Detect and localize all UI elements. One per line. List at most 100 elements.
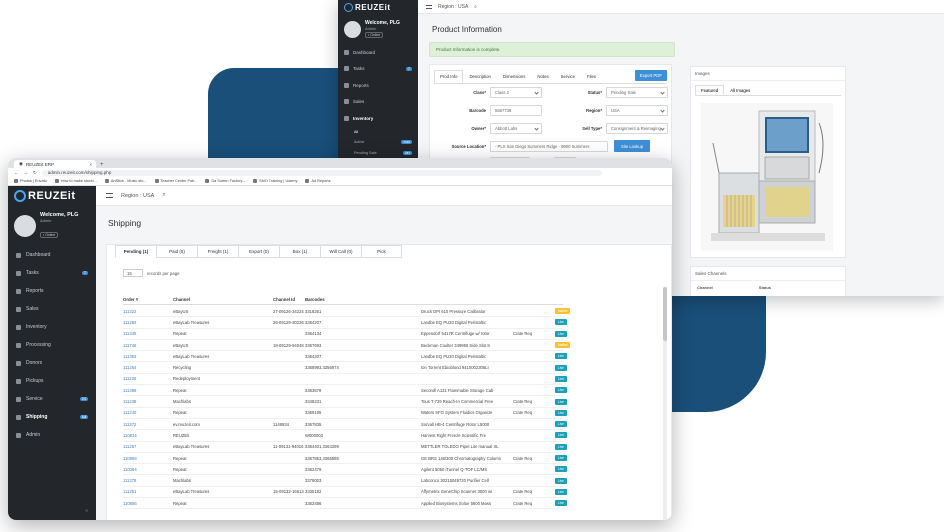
tab-dimensions[interactable]: Dimensions <box>497 70 531 83</box>
region-select[interactable]: USA <box>606 105 668 116</box>
bookmark-artstick-music-stu[interactable]: ArtStick - Music stu... <box>104 179 147 183</box>
order-link[interactable]: 110834 <box>123 430 169 440</box>
close-tab-icon[interactable]: × <box>89 162 92 167</box>
sidebar-item-inventory[interactable]: Inventory <box>338 110 418 127</box>
reload-icon[interactable]: ↻ <box>33 170 37 176</box>
table-row[interactable]: 111378 Machlabs 3378003 Labconco 3021504972… <box>123 476 567 487</box>
barcode-input[interactable]: 5567736 <box>490 105 542 116</box>
class-select[interactable]: Class 2 <box>490 87 542 98</box>
sidebar-item-tasks[interactable]: Tasks 7 <box>338 61 418 78</box>
order-link[interactable]: 111322 <box>123 306 169 316</box>
order-link[interactable]: 110394 <box>123 464 169 474</box>
region-selector[interactable]: Region : USA <box>438 4 468 10</box>
sidebar-item-all[interactable]: All <box>338 127 418 138</box>
order-link[interactable]: 111363 <box>123 351 169 361</box>
column-header[interactable] <box>555 295 575 304</box>
browser-tab[interactable]: ◉ REUZEit ERP × <box>14 160 96 168</box>
table-row[interactable]: 111398 Repeat 3363679 Secoroll A131 Flammab… <box>123 385 567 397</box>
source-input[interactable]: - PLX San Diego Summers Ridge - 9900 Sum… <box>490 141 608 152</box>
scrollbar-thumb[interactable] <box>663 287 667 341</box>
order-link[interactable]: 111345 <box>123 329 169 339</box>
forward-arrow-icon[interactable]: → <box>24 170 29 175</box>
order-link[interactable]: 111372 <box>123 419 169 429</box>
product-image[interactable] <box>701 103 833 251</box>
column-header[interactable] <box>513 295 549 304</box>
bookmark-how-to-make-stocki[interactable]: How to make stocki... <box>54 179 97 183</box>
owner-select[interactable]: Abbott Labs <box>490 123 542 134</box>
tab-freight-1[interactable]: Freight (1) <box>197 245 238 258</box>
sidebar-item-service[interactable]: Service 24 <box>8 390 96 408</box>
bookmark-photos-envato[interactable]: Photos | Envato <box>14 179 47 183</box>
tab-all-images[interactable]: All Images <box>724 85 756 95</box>
logo[interactable]: REUZEit <box>8 186 96 206</box>
sidebar-item-active[interactable]: Active 2346 <box>338 137 418 148</box>
order-link[interactable]: 111398 <box>123 385 169 395</box>
site-lookup-button[interactable]: Site Lookup <box>614 140 650 152</box>
table-row[interactable]: 111345 Repeat 3364134 Eppendorf 5417R Centr… <box>123 329 567 340</box>
url-field[interactable]: admin.reuzeit.com/shipping.php <box>41 169 602 176</box>
sidebar-item-reports[interactable]: Reports <box>8 282 96 300</box>
tab-pick[interactable]: Pick <box>361 245 402 258</box>
table-row[interactable]: 111226 Redeployment Live <box>123 374 567 386</box>
order-link[interactable]: 111254 <box>123 363 169 373</box>
back-arrow-icon[interactable]: ← <box>14 170 19 175</box>
sidebar-item-sales[interactable]: Sales <box>338 94 418 111</box>
per-page-select[interactable]: 15 <box>123 269 143 277</box>
tab-description[interactable]: Description <box>463 70 497 83</box>
tab-export-0[interactable]: Export (0) <box>238 245 279 258</box>
order-link[interactable]: 111283 <box>123 317 169 327</box>
sidebar-item-inventory[interactable]: Inventory <box>8 318 96 336</box>
tab-will-call-0[interactable]: Will Call (0) <box>320 245 361 258</box>
tab-pending-1[interactable]: Pending (1) <box>115 245 156 258</box>
table-row[interactable]: 111363 eBayLab Treasures 3364207 Landbe EQ … <box>123 351 567 363</box>
table-row[interactable]: 111254 Recycling 3368993,3356974 Ion Torren… <box>123 363 567 374</box>
new-tab-icon[interactable]: + <box>100 162 104 168</box>
order-link[interactable]: 111226 <box>123 374 169 384</box>
scrollbar[interactable] <box>663 287 667 520</box>
bookmark-ad-reports[interactable]: Ad Reports <box>305 179 330 183</box>
order-link[interactable]: 110868 <box>123 453 169 463</box>
tab-paid-5[interactable]: Paid (5) <box>156 245 197 258</box>
tab-prod-info[interactable]: Prod Info <box>434 70 464 83</box>
search-icon[interactable]: ⌕ <box>474 4 477 10</box>
saletype-select[interactable]: Consignment & Reimaging <box>606 123 668 134</box>
sidebar-item-pending-sale[interactable]: Pending Sale 387 <box>338 148 418 159</box>
column-header[interactable]: Barcodes <box>305 295 425 304</box>
order-link[interactable]: 110866 <box>123 498 169 508</box>
table-row[interactable]: 111251 eBayLab Treasures 15-09132-16613 333… <box>123 487 567 499</box>
table-row[interactable]: 111746 eBayUS 18-09129-94048 3367693 Beckman… <box>123 340 571 352</box>
order-link[interactable]: 111251 <box>123 487 169 497</box>
status-select[interactable]: Pending Sale <box>606 87 668 98</box>
table-row[interactable]: 110394 Repeat 3362479 Agilent 5050 iTunnel … <box>123 464 567 476</box>
sidebar-item-reports[interactable]: Reports <box>338 77 418 94</box>
sidebar-item-processing[interactable]: Processing <box>8 336 96 354</box>
logo[interactable]: REUZEit <box>338 0 418 14</box>
order-link[interactable]: 111240 <box>123 408 169 418</box>
order-link[interactable]: 111746 <box>123 340 169 350</box>
table-row[interactable]: 111283 eBayLab Treasures 26-09129-30226 336… <box>123 317 567 329</box>
table-row[interactable]: 110866 Repeat 3362486 Applied Biosystems So… <box>123 498 567 510</box>
region-selector[interactable]: Region : USA <box>121 193 154 199</box>
sidebar-item-dashboard[interactable]: Dashboard <box>8 246 96 264</box>
export-pdf-button[interactable]: Export PDF <box>634 70 667 81</box>
table-row[interactable]: 111238 Machlabs 3348231 Tous T-729 Reach-In… <box>123 396 567 408</box>
sidebar-item-admin[interactable]: Admin <box>8 426 96 444</box>
collapse-sidebar-icon[interactable]: « <box>85 508 88 514</box>
menu-icon[interactable] <box>426 4 432 9</box>
search-icon[interactable]: ⌕ <box>162 192 165 199</box>
table-row[interactable]: 111257 eBayLab Treasures 11-09131-94016 336… <box>123 442 567 453</box>
bookmark-teacher-center-pub[interactable]: Teacher Center Pub... <box>154 179 197 183</box>
tab-box-1[interactable]: Box (1) <box>279 245 320 258</box>
sidebar-item-shipping[interactable]: Shipping 14 <box>8 408 96 426</box>
column-header[interactable]: Order # <box>123 295 169 304</box>
table-row[interactable]: 110834 REUZEit W000003 Harvest Right Freeze… <box>123 430 567 442</box>
order-link[interactable]: 111238 <box>123 396 169 406</box>
sidebar-item-sales[interactable]: Sales <box>8 300 96 318</box>
menu-icon[interactable] <box>106 193 113 198</box>
tab-files[interactable]: Files <box>581 70 602 83</box>
bookmark-da-surfen-factory[interactable]: Da Surfen Factory... <box>205 179 245 183</box>
table-row[interactable]: 111322 eBayUS 27-09126-34224 3318251 Druck D… <box>123 306 571 318</box>
column-header[interactable] <box>421 295 515 304</box>
table-row[interactable]: 111240 Repeat 3369195 Waters SFO System Flu… <box>123 408 567 419</box>
table-row[interactable]: 111372 ev.reuzeit.com 1148934 3367835 Sorval… <box>123 419 567 431</box>
